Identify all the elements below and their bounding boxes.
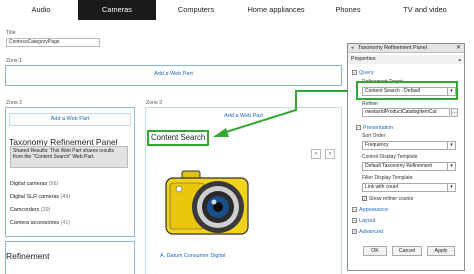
checkbox-icon[interactable]: ✓ <box>362 196 367 202</box>
refiner-input[interactable]: owstaxIdProductCatalogItemCat <box>362 108 450 117</box>
plus-icon[interactable]: + <box>352 207 357 213</box>
ok-button[interactable]: OK <box>363 246 387 256</box>
plus-icon[interactable]: + <box>352 218 357 224</box>
minus-icon[interactable]: − <box>352 70 357 76</box>
minus-icon[interactable]: − <box>356 125 361 131</box>
refiner-browse-button[interactable]: … <box>451 108 458 117</box>
cancel-button[interactable]: Cancel <box>392 246 422 256</box>
filter-template-value: Link with count <box>365 184 399 190</box>
show-counts-label: Show refiner counts <box>369 196 414 202</box>
sort-order-label: Sort Order <box>362 133 386 139</box>
tool-pane-header: ◂ Taxonomy Refinement Panel ✕ <box>348 44 464 53</box>
chevron-down-icon[interactable]: ▾ <box>447 142 455 149</box>
section-presentation-label: Presentation <box>363 125 394 131</box>
control-template-value: Default Taxonomy Refinement <box>365 163 432 169</box>
filter-template-select[interactable]: Link with count ▾ <box>362 183 456 192</box>
sort-order-select[interactable]: Frequency ▾ <box>362 141 456 150</box>
product-title-link[interactable]: A. Datum Consumer Digital <box>160 253 225 259</box>
camera-product-image[interactable] <box>165 170 249 235</box>
section-layout[interactable]: + Layout <box>352 218 375 224</box>
section-appearance[interactable]: + Appearance <box>352 207 388 213</box>
scroll-up-icon[interactable]: ▲ <box>457 55 462 64</box>
section-advanced-label: Advanced <box>359 229 383 235</box>
apply-button[interactable]: Apply <box>427 246 455 256</box>
show-counts-checkbox[interactable]: ✓ Show refiner counts <box>362 196 413 202</box>
section-layout-label: Layout <box>359 218 376 224</box>
control-template-label: Control Display Template <box>362 154 418 160</box>
section-advanced[interactable]: + Advanced <box>352 229 383 235</box>
section-query-label: Query <box>359 70 374 76</box>
properties-label: Properties <box>351 56 376 62</box>
refiner-label: Refiner <box>362 101 379 107</box>
chevron-down-icon[interactable]: ▾ <box>447 184 455 191</box>
filter-template-label: Filter Display Template <box>362 175 413 181</box>
collapse-icon[interactable]: ◂ <box>351 44 354 53</box>
tool-pane-title: Taxonomy Refinement Panel <box>358 45 427 51</box>
section-presentation[interactable]: − Presentation <box>356 125 393 131</box>
section-appearance-label: Appearance <box>359 207 389 213</box>
tool-pane: ◂ Taxonomy Refinement Panel ✕ Properties… <box>347 43 465 271</box>
refinement-target-highlight <box>356 81 458 100</box>
chevron-down-icon[interactable]: ▾ <box>447 163 455 170</box>
sort-order-value: Frequency <box>365 142 389 148</box>
close-icon[interactable]: ✕ <box>456 44 461 53</box>
annotation-arrow <box>213 90 354 137</box>
section-query[interactable]: − Query <box>352 70 374 76</box>
plus-icon[interactable]: + <box>352 229 357 235</box>
properties-bar: Properties ▲ <box>348 55 464 64</box>
control-template-select[interactable]: Default Taxonomy Refinement ▾ <box>362 162 456 171</box>
